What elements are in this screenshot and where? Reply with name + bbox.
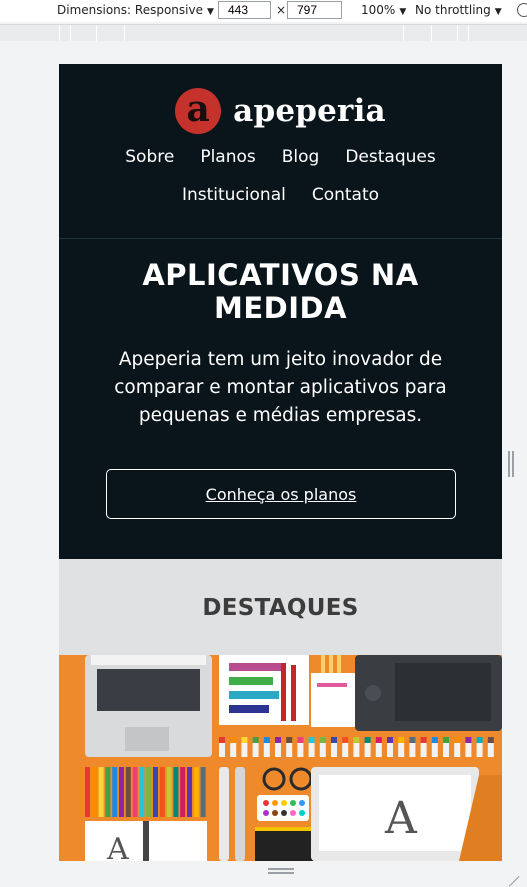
desk-illustration: A A [59,655,502,861]
dimensions-label: Dimensions: Responsive [57,3,203,17]
main-nav: Sobre Planos Blog Destaques Instituciona… [79,146,482,206]
chevron-down-icon: ▼ [494,7,502,17]
destaques-section: DESTAQUES [59,559,502,655]
media-query-ruler[interactable] [0,24,527,42]
chevron-down-icon: ▼ [399,7,407,17]
height-input[interactable] [287,1,342,19]
throttling-label: No throttling [415,3,491,17]
site-header: a apeperia Sobre Planos Blog Destaques I… [59,64,502,238]
resize-handle-bottom[interactable] [268,868,294,874]
resize-handle-right[interactable] [508,451,514,477]
hero-section: APLICATIVOS NA MEDIDA Apeperia tem um je… [59,238,502,559]
nav-institucional[interactable]: Institucional [182,184,286,206]
desk-illustration-graphic: A A [59,655,502,861]
emulated-page: a apeperia Sobre Planos Blog Destaques I… [59,64,502,861]
nav-destaques[interactable]: Destaques [345,146,435,168]
resize-corner-handle[interactable] [507,865,519,877]
chevron-down-icon: ▼ [206,7,214,17]
zoom-dropdown[interactable]: 100% ▼ [361,3,406,17]
dimensions-dropdown[interactable]: Dimensions: Responsive ▼ [57,3,214,17]
logo-mark: a [175,88,222,134]
times-sign: × [276,3,287,17]
section-title: DESTAQUES [202,595,359,621]
nav-sobre[interactable]: Sobre [125,146,174,168]
hero-title: APLICATIVOS NA MEDIDA [142,258,419,325]
site-logo[interactable]: a apeperia [59,88,502,134]
rotate-icon[interactable] [517,3,527,17]
device-toolbar: Dimensions: Responsive▼ × 100%▼ No throt… [0,0,527,22]
width-input[interactable] [218,1,271,19]
nav-contato[interactable]: Contato [312,184,379,206]
svg-text:A: A [384,793,418,844]
zoom-label: 100% [361,3,396,17]
hero-text: Apeperia tem um jeito inovador de compar… [114,349,447,426]
throttling-dropdown[interactable]: No throttling ▼ [415,3,502,17]
nav-planos[interactable]: Planos [200,146,255,168]
cta-button[interactable]: Conheça os planos [106,469,456,519]
nav-blog[interactable]: Blog [282,146,320,168]
svg-text:A: A [106,832,129,861]
brand-name: apeperia [233,93,386,129]
